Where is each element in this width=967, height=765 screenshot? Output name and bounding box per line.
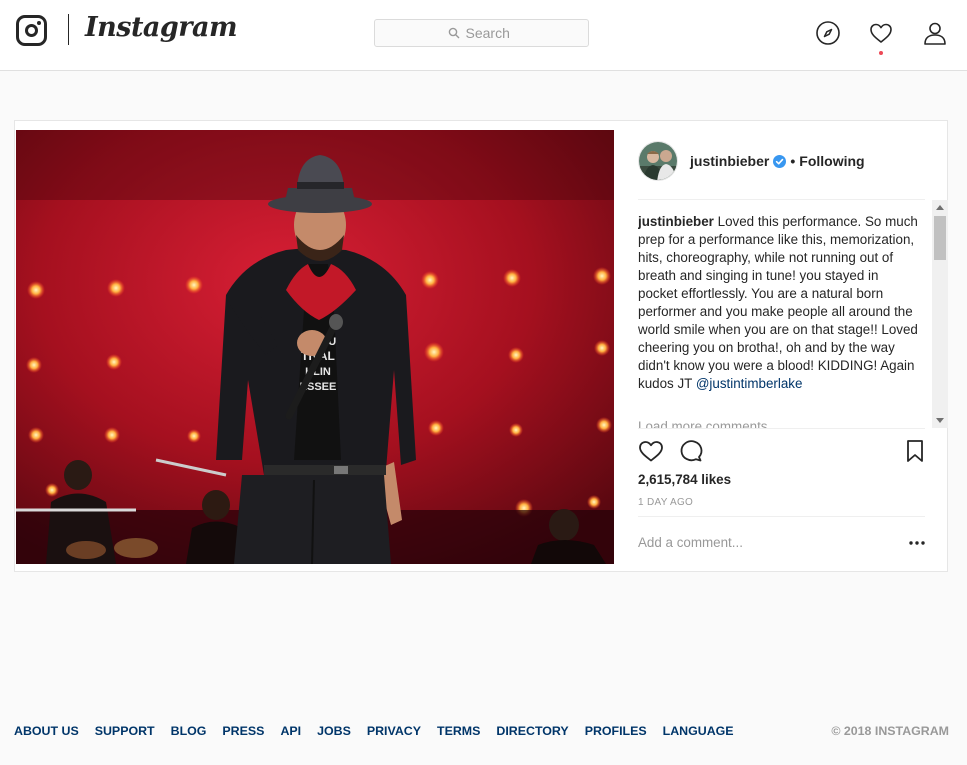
footer-link-blog[interactable]: BLOG bbox=[171, 724, 207, 738]
search-icon bbox=[448, 27, 459, 39]
comments-scrollbar[interactable] bbox=[932, 200, 948, 428]
post-username[interactable]: justinbieber bbox=[690, 153, 769, 169]
scroll-down-arrow-icon[interactable] bbox=[936, 418, 944, 423]
actions-divider bbox=[638, 428, 925, 429]
avatar[interactable] bbox=[638, 141, 678, 181]
more-horizontal-icon[interactable] bbox=[909, 541, 925, 545]
add-comment-input[interactable] bbox=[638, 535, 878, 550]
footer-link-profiles[interactable]: PROFILES bbox=[585, 724, 647, 738]
footer-link-press[interactable]: PRESS bbox=[222, 724, 264, 738]
logo-dot bbox=[37, 21, 41, 25]
post-photo[interactable]: CULTU TIVAL KLIN ESSEE bbox=[16, 130, 614, 564]
footer-link-privacy[interactable]: PRIVACY bbox=[367, 724, 421, 738]
header-separator: • bbox=[790, 153, 796, 169]
post-header: justinbieber • Following bbox=[638, 141, 925, 181]
verified-badge-icon bbox=[773, 154, 787, 168]
heart-outline-icon[interactable] bbox=[638, 439, 664, 463]
heart-icon[interactable] bbox=[868, 20, 894, 46]
caption-mention[interactable]: @justintimberlake bbox=[696, 376, 803, 391]
notification-dot bbox=[879, 51, 883, 55]
load-more-comments[interactable]: Load more comments bbox=[638, 419, 768, 428]
comment-icon[interactable] bbox=[678, 439, 704, 463]
comment-divider bbox=[638, 516, 925, 517]
logo-divider bbox=[68, 14, 69, 45]
scroll-up-arrow-icon[interactable] bbox=[936, 205, 944, 210]
footer-link-support[interactable]: SUPPORT bbox=[95, 724, 155, 738]
user-icon[interactable] bbox=[922, 20, 948, 46]
post-card: CULTU TIVAL KLIN ESSEE bbox=[14, 120, 948, 572]
likes-count[interactable]: 2,615,784 likes bbox=[638, 472, 731, 487]
comments-panel[interactable]: justinbieber Loved this performance. So … bbox=[638, 200, 948, 428]
copyright: © 2018 INSTAGRAM bbox=[831, 724, 949, 738]
post-timestamp[interactable]: 1 DAY AGO bbox=[638, 497, 693, 508]
footer-link-jobs[interactable]: JOBS bbox=[317, 724, 351, 738]
footer-link-about[interactable]: ABOUT US bbox=[14, 724, 79, 738]
following-button[interactable]: Following bbox=[799, 153, 864, 169]
instagram-glyph-icon[interactable] bbox=[16, 15, 47, 46]
footer-nav: ABOUT US SUPPORT BLOG PRESS API JOBS PRI… bbox=[14, 724, 750, 738]
post-sidebar: justinbieber • Following justinbieber Lo… bbox=[638, 121, 948, 573]
scroll-thumb[interactable] bbox=[934, 216, 946, 260]
footer-link-api[interactable]: API bbox=[280, 724, 301, 738]
instagram-wordmark[interactable]: Instagram bbox=[85, 12, 238, 43]
caption-text: Loved this performance. So much prep for… bbox=[638, 214, 918, 391]
search-box[interactable] bbox=[374, 19, 589, 47]
caption-username[interactable]: justinbieber bbox=[638, 214, 714, 229]
top-nav: Instagram bbox=[0, 0, 967, 71]
logo-lens bbox=[25, 24, 38, 37]
compass-icon[interactable] bbox=[815, 20, 841, 46]
footer-link-terms[interactable]: TERMS bbox=[437, 724, 480, 738]
footer-link-language[interactable]: LANGUAGE bbox=[663, 724, 734, 738]
bookmark-icon[interactable] bbox=[902, 439, 928, 463]
footer-link-directory[interactable]: DIRECTORY bbox=[496, 724, 568, 738]
post-caption: justinbieber Loved this performance. So … bbox=[638, 213, 918, 393]
search-input[interactable] bbox=[465, 25, 516, 41]
